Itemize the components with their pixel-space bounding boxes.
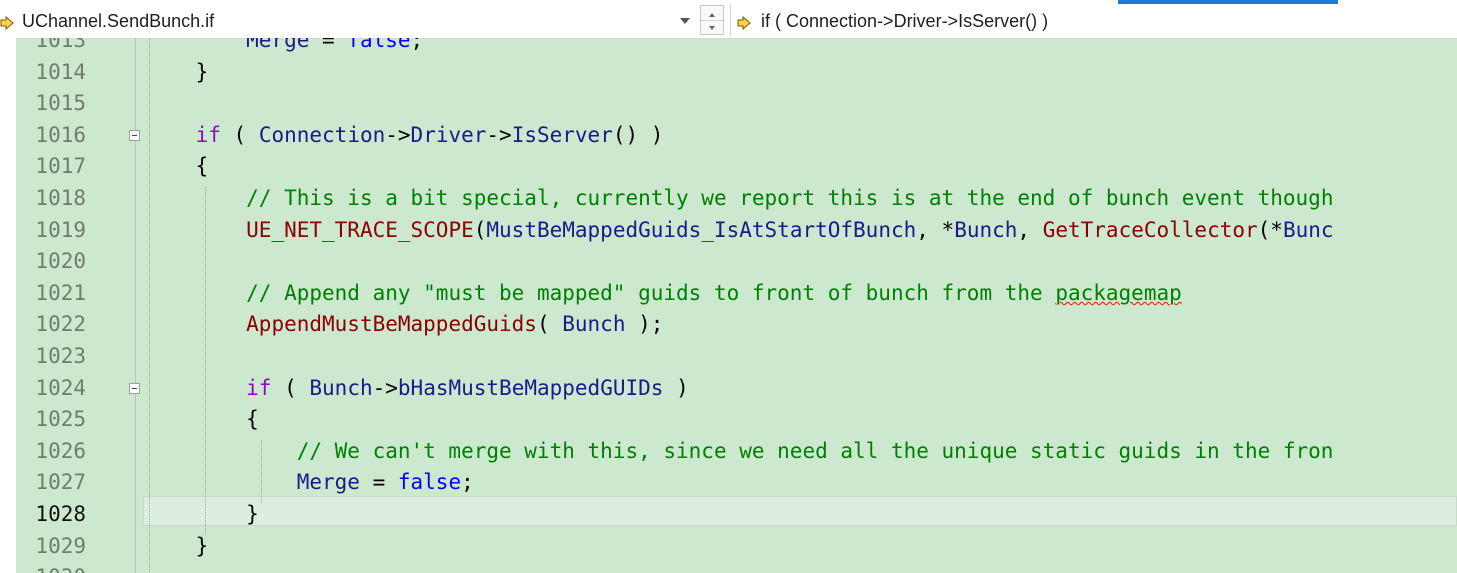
code-editor[interactable]: 1013 Merge = false; 1014 } 1015 1016 if ( C… bbox=[0, 38, 1457, 573]
code-text[interactable]: if ( Connection->Driver->IsServer() ) bbox=[145, 120, 664, 152]
code-line[interactable]: 1013 Merge = false; bbox=[0, 38, 1457, 57]
code-line[interactable]: 1020 bbox=[0, 246, 1457, 278]
navigation-spinner[interactable] bbox=[700, 5, 724, 35]
code-line[interactable]: 1023 bbox=[0, 341, 1457, 373]
line-number: 1023 bbox=[35, 344, 86, 368]
code-text[interactable]: } bbox=[145, 531, 209, 563]
code-text[interactable]: // Append any "must be mapped" guids to … bbox=[145, 278, 1182, 310]
code-line[interactable]: 1021 // Append any "must be mapped" guid… bbox=[0, 278, 1457, 310]
code-line[interactable]: 1022 AppendMustBeMappedGuids( Bunch ); bbox=[0, 309, 1457, 341]
line-number: 1014 bbox=[35, 59, 86, 84]
line-number: 1018 bbox=[35, 186, 86, 210]
line-number: 1015 bbox=[35, 91, 86, 116]
line-number: 1029 bbox=[35, 533, 86, 558]
line-number: 1022 bbox=[35, 312, 86, 337]
spin-down-button[interactable] bbox=[701, 20, 723, 34]
code-text[interactable]: Merge = false; bbox=[145, 467, 474, 499]
line-number: 1020 bbox=[35, 249, 86, 274]
collapse-icon[interactable] bbox=[129, 129, 140, 141]
code-text[interactable]: } bbox=[145, 499, 259, 531]
code-text[interactable]: UE_NET_TRACE_SCOPE(MustBeMappedGuids_IsA… bbox=[145, 215, 1333, 247]
code-text[interactable]: } bbox=[145, 57, 209, 89]
line-number: 1017 bbox=[35, 154, 86, 179]
collapse-icon[interactable] bbox=[129, 382, 140, 394]
spin-up-button[interactable] bbox=[701, 6, 723, 21]
line-number: 1027 bbox=[35, 470, 86, 495]
code-line[interactable]: 1014 } bbox=[0, 57, 1457, 89]
code-line[interactable]: 1026 // We can't merge with this, since … bbox=[0, 436, 1457, 468]
code-text[interactable]: { bbox=[145, 151, 209, 183]
line-number: 1016 bbox=[35, 122, 86, 147]
scope-dropdown[interactable]: UChannel.SendBunch.if bbox=[0, 4, 698, 36]
code-text[interactable]: Merge = false; bbox=[145, 38, 423, 57]
scope-label: UChannel.SendBunch.if bbox=[22, 11, 215, 31]
code-text[interactable]: // We can't merge with this, since we ne… bbox=[145, 436, 1334, 468]
code-line[interactable]: 1024 if ( Bunch->bHasMustBeMappedGUIDs ) bbox=[0, 373, 1457, 405]
code-line[interactable]: 1016 if ( Connection->Driver->IsServer()… bbox=[0, 120, 1457, 152]
code-line[interactable]: 1015 bbox=[0, 88, 1457, 120]
member-arrow-icon bbox=[737, 16, 751, 30]
code-line[interactable]: 1017 { bbox=[0, 151, 1457, 183]
code-line[interactable]: 1019 UE_NET_TRACE_SCOPE(MustBeMappedGuid… bbox=[0, 215, 1457, 247]
line-number: 1019 bbox=[35, 217, 86, 242]
code-line[interactable]: 1027 Merge = false; bbox=[0, 467, 1457, 499]
code-line[interactable]: 1028 } bbox=[0, 499, 1457, 531]
line-number: 1028 bbox=[35, 502, 86, 526]
line-number: 1026 bbox=[35, 438, 86, 463]
code-text[interactable]: if ( Bunch->bHasMustBeMappedGUIDs ) bbox=[145, 373, 689, 405]
code-text[interactable]: { bbox=[145, 404, 259, 436]
code-line[interactable]: 1025 { bbox=[0, 404, 1457, 436]
line-number: 1021 bbox=[35, 280, 86, 305]
navigation-bar: UChannel.SendBunch.if if ( Connection->D… bbox=[0, 0, 1457, 39]
scope-arrow-icon bbox=[0, 16, 14, 30]
line-number: 1025 bbox=[35, 407, 86, 432]
line-number: 1013 bbox=[35, 38, 86, 52]
code-line[interactable]: 1018 // This is a bit special, currently… bbox=[0, 183, 1457, 215]
code-text[interactable]: AppendMustBeMappedGuids( Bunch ); bbox=[145, 309, 663, 341]
chevron-down-icon[interactable] bbox=[678, 14, 692, 28]
code-line[interactable]: 1029 } bbox=[0, 531, 1457, 563]
line-number: 1024 bbox=[35, 375, 86, 400]
line-number: 1030 bbox=[16, 562, 86, 573]
code-text[interactable]: // This is a bit special, currently we r… bbox=[145, 183, 1333, 215]
member-label: if ( Connection->Driver->IsServer() ) bbox=[761, 11, 1049, 31]
code-line[interactable]: 1030 bbox=[0, 562, 1457, 573]
member-dropdown[interactable]: if ( Connection->Driver->IsServer() ) bbox=[730, 4, 1457, 36]
